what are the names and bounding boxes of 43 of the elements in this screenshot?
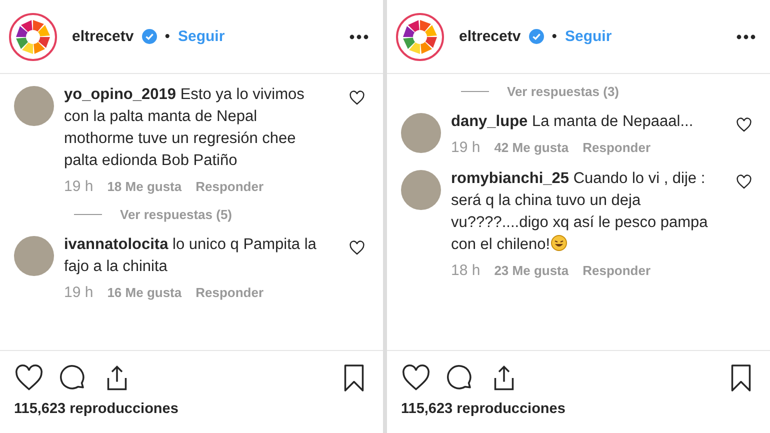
comment-text: ivannatolocita lo unico q Pampita la fajo a la chinita	[64, 235, 318, 277]
separator-dot: •	[164, 28, 170, 45]
account-name[interactable]: eltrecetv	[72, 28, 134, 45]
like-heart-icon[interactable]	[14, 363, 44, 393]
views-count: 115,623 reproducciones	[401, 401, 566, 417]
follow-button[interactable]: Seguir	[178, 28, 225, 45]
avatar-placeholder	[401, 170, 441, 210]
view-replies-link[interactable]: Ver respuestas (3)	[507, 84, 620, 99]
reply-link[interactable]: Responder	[582, 140, 651, 155]
logo-icon	[8, 12, 58, 62]
more-options-icon[interactable]	[349, 34, 369, 40]
laughing-emoji-icon	[551, 235, 568, 251]
comment-time: 19 h	[451, 139, 480, 156]
more-options-icon[interactable]	[736, 34, 756, 40]
likes-count[interactable]: 16 Me gusta	[107, 285, 182, 300]
reply-link[interactable]: Responder	[582, 263, 651, 278]
avatar-placeholder	[401, 113, 441, 153]
comment-time: 19 h	[64, 178, 94, 195]
likes-count[interactable]: 23 Me gusta	[494, 263, 569, 278]
account-name[interactable]: eltrecetv	[459, 28, 521, 45]
avatar-placeholder	[14, 86, 54, 126]
separator-dot: •	[552, 28, 557, 45]
heart-icon[interactable]	[349, 240, 365, 256]
comment-text: yo_opino_2019 Esto ya lo vivimos con la palta manta de Nepal mothorme tuve un regresión chee palta edionda Bob Patiño	[64, 85, 306, 171]
likes-count[interactable]: 42 Me gusta	[494, 140, 569, 155]
avatar-placeholder	[14, 236, 54, 276]
reply-link[interactable]: Responder	[196, 285, 264, 300]
heart-icon[interactable]	[349, 90, 365, 106]
comment-text: romybianchi_25 Cuando lo vi , dije : será q la china tuvo un deja vu????....digo xq así le pesco pampa con el chileno!	[451, 169, 709, 255]
comment-time: 19 h	[64, 284, 94, 301]
logo-icon	[395, 12, 445, 62]
likes-count[interactable]: 18 Me gusta	[107, 179, 182, 194]
reply-link[interactable]: Responder	[196, 179, 264, 194]
comment-text: dany_lupe La manta de Nepaaal...	[451, 112, 694, 132]
views-count: 115,623 reproducciones	[14, 401, 180, 417]
view-replies-link[interactable]: Ver respuestas (5)	[120, 207, 232, 222]
comment-time: 18 h	[451, 262, 480, 279]
verified-badge-icon	[142, 29, 157, 44]
follow-button[interactable]: Seguir	[564, 28, 612, 45]
heart-icon[interactable]	[736, 174, 752, 190]
verified-badge-icon	[528, 29, 544, 44]
heart-icon[interactable]	[736, 117, 752, 133]
like-heart-icon[interactable]	[401, 363, 431, 393]
